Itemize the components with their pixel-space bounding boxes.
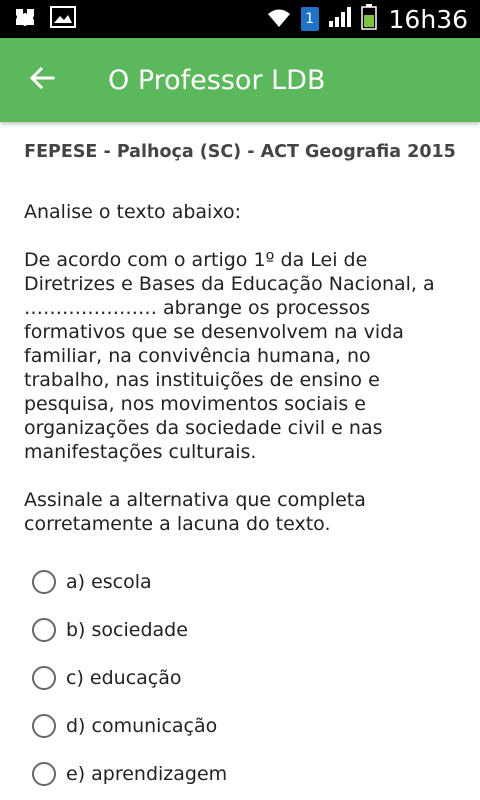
- radio-button[interactable]: [32, 762, 56, 786]
- status-bar: 1 16h36: [0, 0, 480, 38]
- wifi-icon: [265, 5, 293, 33]
- radio-button[interactable]: [32, 714, 56, 738]
- signal-icon: [327, 5, 353, 33]
- status-time: 16h36: [388, 4, 468, 34]
- radio-button[interactable]: [32, 618, 56, 642]
- option-c[interactable]: c) educação: [32, 654, 480, 702]
- option-label: b) sociedade: [66, 619, 188, 641]
- app-title: O Professor LDB: [108, 64, 326, 96]
- option-label: c) educação: [66, 667, 182, 689]
- option-b[interactable]: b) sociedade: [32, 606, 480, 654]
- exam-title: FEPESE - Palhoça (SC) - ACT Geografia 20…: [24, 142, 456, 162]
- question-text: Analise o texto abaixo: De acordo com o …: [24, 201, 435, 535]
- app-bar: O Professor LDB: [0, 38, 480, 122]
- answer-options: a) escola b) sociedade c) educação d) co…: [32, 558, 480, 798]
- question-content: FEPESE - Palhoça (SC) - ACT Geografia 20…: [0, 122, 480, 798]
- sim-badge: 1: [300, 7, 319, 31]
- option-label: e) aprendizagem: [66, 763, 228, 785]
- arrow-back-icon: [29, 65, 55, 95]
- radio-button[interactable]: [32, 666, 56, 690]
- back-button[interactable]: [10, 38, 74, 122]
- option-a[interactable]: a) escola: [32, 558, 480, 606]
- option-label: d) comunicação: [66, 715, 218, 737]
- option-e[interactable]: e) aprendizagem: [32, 750, 480, 798]
- radio-button[interactable]: [32, 570, 56, 594]
- option-label: a) escola: [66, 571, 152, 593]
- image-notification-icon: [50, 6, 76, 32]
- battery-icon: [360, 4, 377, 34]
- puzzle-notification-icon: [12, 5, 38, 33]
- option-d[interactable]: d) comunicação: [32, 702, 480, 750]
